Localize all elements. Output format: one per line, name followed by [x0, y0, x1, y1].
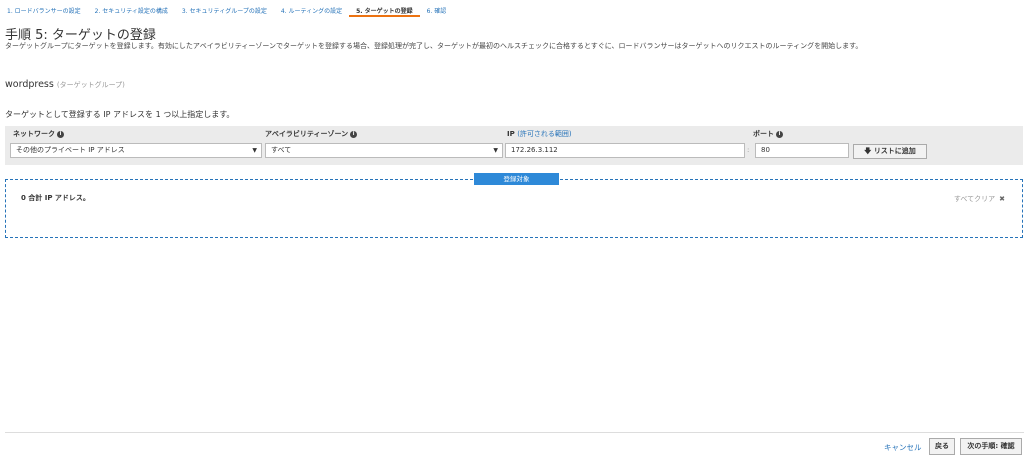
chevron-down-icon: ▼	[493, 147, 498, 154]
close-icon: ✖	[999, 195, 1005, 203]
footer-divider	[5, 432, 1024, 433]
az-select-value: すべて	[271, 146, 292, 154]
ip-input[interactable]: 172.26.3.112	[505, 143, 745, 158]
network-select[interactable]: その他のプライベート IP アドレス ▼	[10, 143, 262, 158]
registered-targets-panel: 登録対象 0 合計 IP アドレス。 すべてクリア ✖	[5, 173, 1023, 238]
next-step-button[interactable]: 次の手順: 確認	[960, 438, 1022, 455]
ip-label: IP (許可される範囲)	[507, 129, 572, 139]
info-icon[interactable]: i	[350, 130, 358, 138]
port-label-text: ポート	[753, 130, 774, 138]
az-label: アベイラビリティーゾーン i	[265, 129, 358, 139]
az-select[interactable]: すべて ▼	[265, 143, 503, 158]
arrow-down-icon: 🡇	[864, 147, 872, 155]
info-icon[interactable]: i	[57, 130, 64, 138]
step-4-link[interactable]: 4. ルーティングの設定	[274, 0, 349, 17]
back-button[interactable]: 戻る	[929, 438, 955, 455]
registered-targets-tab: 登録対象	[474, 173, 559, 185]
instruction-text: ターゲットとして登録する IP アドレスを 1 つ以上指定します。	[5, 110, 235, 119]
ip-range-link[interactable]: (許可される範囲)	[517, 130, 571, 138]
az-label-text: アベイラビリティーゾーン	[265, 130, 349, 138]
cancel-link[interactable]: キャンセル	[884, 442, 922, 453]
step-2-link[interactable]: 2. セキュリティ設定の構成	[88, 0, 175, 17]
chevron-down-icon: ▼	[252, 147, 257, 154]
target-group-heading: wordpress (ターゲットグループ)	[5, 79, 125, 90]
add-to-list-button[interactable]: 🡇 リストに追加	[853, 144, 927, 159]
network-select-value: その他のプライベート IP アドレス	[16, 146, 125, 154]
add-target-form: ネットワーク i アベイラビリティーゾーン i IP (許可される範囲) ポート i …	[5, 126, 1023, 165]
clear-all-link[interactable]: すべてクリア ✖	[954, 194, 1005, 204]
port-input[interactable]: 80	[755, 143, 849, 158]
network-label-text: ネットワーク	[13, 130, 55, 138]
step-5-current[interactable]: 5. ターゲットの登録	[349, 0, 420, 17]
target-group-name: wordpress	[5, 79, 54, 90]
network-label: ネットワーク i	[13, 129, 64, 139]
step-6-link[interactable]: 6. 確認	[420, 0, 454, 17]
port-label: ポート i	[753, 129, 783, 139]
add-to-list-label: リストに追加	[873, 147, 916, 155]
target-group-type: (ターゲットグループ)	[56, 81, 125, 89]
wizard-steps: 1. ロードバランサーの設定 2. セキュリティ設定の構成 3. セキュリティグ…	[0, 0, 453, 17]
total-ip-count: 0 合計 IP アドレス。	[21, 194, 90, 202]
step-1-link[interactable]: 1. ロードバランサーの設定	[0, 0, 88, 17]
step-3-link[interactable]: 3. セキュリティグループの設定	[175, 0, 274, 17]
ip-label-text: IP	[507, 130, 515, 138]
info-icon[interactable]: i	[776, 130, 783, 138]
separator: :	[747, 146, 750, 154]
clear-all-label: すべてクリア	[953, 195, 996, 203]
page-description: ターゲットグループにターゲットを登録します。有効にしたアベイラビリティーゾーンで…	[5, 42, 863, 50]
